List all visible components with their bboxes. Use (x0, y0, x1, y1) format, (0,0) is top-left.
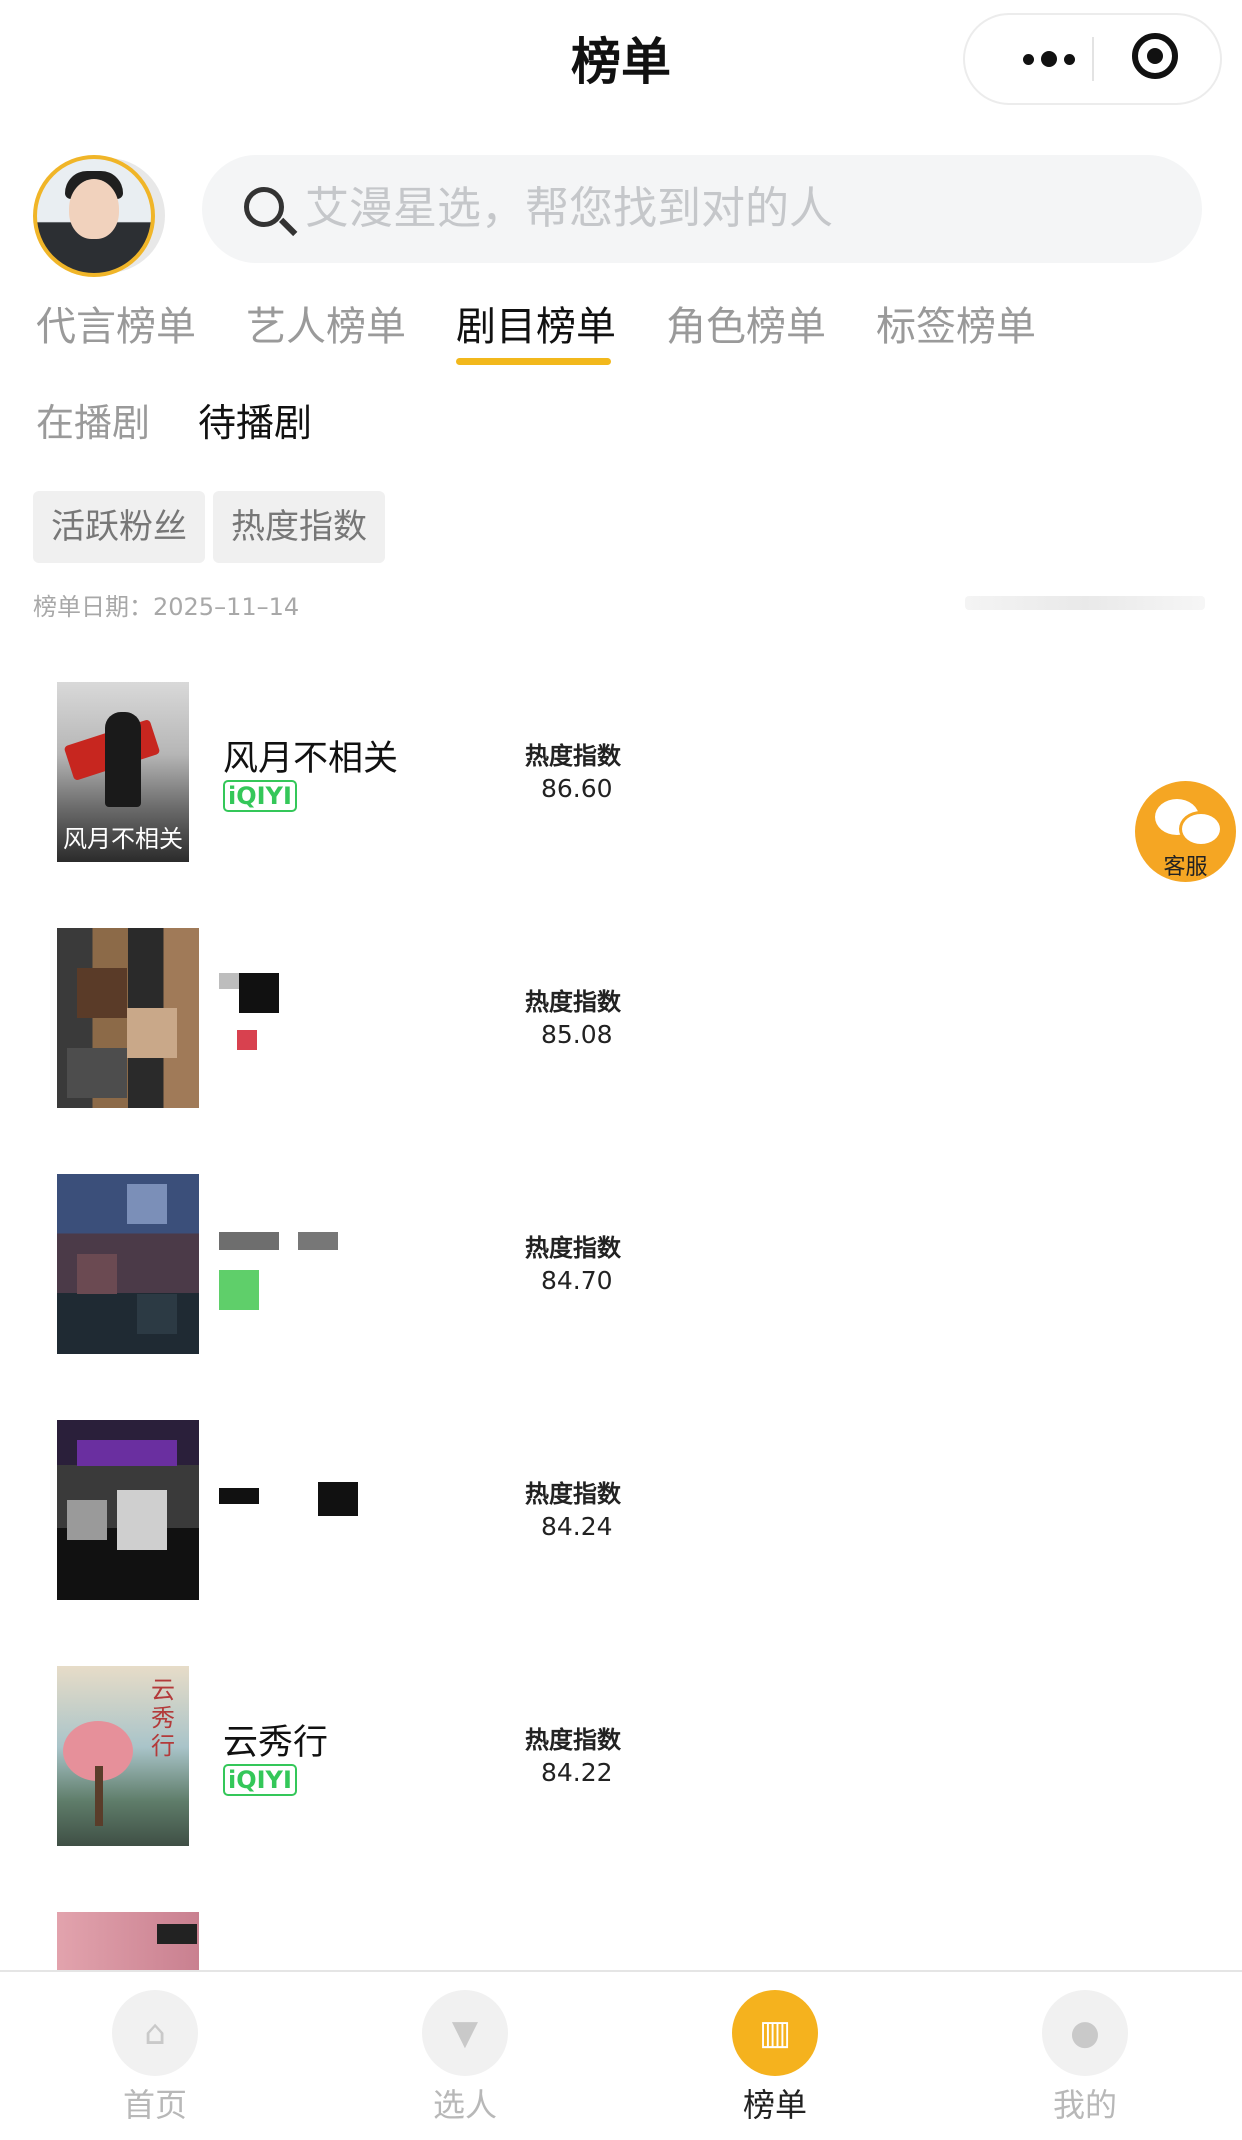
user-icon: ● (1042, 1990, 1128, 2076)
list-item[interactable]: 热度指数 85.08 (0, 928, 1242, 1128)
search-input[interactable]: 艾漫星选，帮您找到对的人 (202, 155, 1202, 263)
list-item[interactable] (0, 1912, 1242, 1970)
metric-value: 86.60 (541, 774, 613, 803)
metric-value: 84.24 (541, 1512, 613, 1541)
metric-label: 热度指数 (525, 1234, 621, 1262)
censor-block (219, 1270, 259, 1310)
show-title: 云秀行 (223, 1723, 329, 1763)
more-dots-icon[interactable] (999, 15, 1099, 103)
filter-icon: ▼ (422, 1990, 508, 2076)
censor-block (298, 1232, 338, 1250)
header: 榜单 (0, 0, 1242, 115)
search-icon (244, 187, 284, 227)
tab-tag[interactable]: 标签榜单 (876, 300, 1036, 354)
censor-block (318, 1482, 358, 1516)
poster (57, 1912, 199, 1970)
censor-block (237, 1030, 257, 1050)
nav-label: 我的 (1052, 2086, 1117, 2124)
metric-label: 热度指数 (525, 1480, 621, 1508)
metric-label: 热度指数 (525, 742, 621, 770)
nav-label: 首页 (122, 2086, 187, 2124)
bottom-nav: ⌂ 首页 ▼ 选人 ▥ 榜单 ● 我的 (0, 1970, 1242, 2140)
metric-value: 84.70 (541, 1266, 613, 1295)
list-item[interactable]: 云秀行 云秀行 iQIYI 热度指数 84.22 (0, 1666, 1242, 1866)
censor-block (219, 1232, 279, 1250)
metric-label: 热度指数 (525, 988, 621, 1016)
nav-select[interactable]: ▼ 选人 (380, 1972, 550, 2140)
subtab-airing[interactable]: 在播剧 (36, 398, 150, 448)
poster-title: 云秀行 (151, 1676, 175, 1760)
nav-home[interactable]: ⌂ 首页 (70, 1972, 240, 2140)
miniprogram-capsule (963, 13, 1222, 105)
filter-active-fans[interactable]: 活跃粉丝 (33, 491, 205, 563)
tab-artist[interactable]: 艺人榜单 (246, 300, 406, 354)
tab-drama[interactable]: 剧目榜单 (456, 300, 616, 354)
capsule-divider (1092, 37, 1094, 81)
active-tab-indicator (456, 358, 611, 365)
list-item[interactable]: 风月不相关 风月不相关 iQIYI 热度指数 86.60 (0, 682, 1242, 882)
poster-title: 风月不相关 (63, 825, 183, 853)
filter-heat-index[interactable]: 热度指数 (213, 491, 385, 563)
poster-pixelated (57, 1174, 199, 1354)
tab-role[interactable]: 角色榜单 (666, 300, 826, 354)
iqiyi-icon: iQIYI (223, 1764, 297, 1796)
poster: 云秀行 (57, 1666, 189, 1846)
home-icon: ⌂ (112, 1990, 198, 2076)
service-label: 客服 (1163, 855, 1208, 880)
ranking-date: 榜单日期：2025–11–14 (33, 593, 300, 621)
censor-block (219, 973, 239, 989)
metric-label: 热度指数 (525, 1726, 621, 1754)
iqiyi-icon: iQIYI (223, 780, 297, 812)
ranking-note-blurred (965, 596, 1205, 610)
poster-pixelated (57, 928, 199, 1108)
nav-label: 选人 (432, 2086, 497, 2124)
nav-mine[interactable]: ● 我的 (1000, 1972, 1170, 2140)
customer-service-button[interactable]: 客服 (1135, 781, 1236, 882)
show-title: 风月不相关 (223, 739, 399, 779)
poster: 风月不相关 (57, 682, 189, 862)
target-icon[interactable] (1132, 33, 1178, 79)
tab-endorsement[interactable]: 代言榜单 (36, 300, 196, 354)
censor-block (239, 973, 279, 1013)
list-item[interactable]: 热度指数 84.24 (0, 1420, 1242, 1620)
list-item[interactable]: 热度指数 84.70 (0, 1174, 1242, 1374)
nav-ranking[interactable]: ▥ 榜单 (690, 1972, 860, 2140)
search-placeholder: 艾漫星选，帮您找到对的人 (305, 183, 833, 234)
subtab-upcoming[interactable]: 待播剧 (198, 398, 312, 448)
poster-pixelated (57, 1420, 199, 1600)
censor-block (219, 1488, 259, 1504)
metric-value: 84.22 (541, 1758, 613, 1787)
nav-label: 榜单 (742, 2086, 807, 2124)
bar-chart-icon: ▥ (732, 1990, 818, 2076)
avatar[interactable] (33, 155, 155, 277)
metric-value: 85.08 (541, 1020, 613, 1049)
